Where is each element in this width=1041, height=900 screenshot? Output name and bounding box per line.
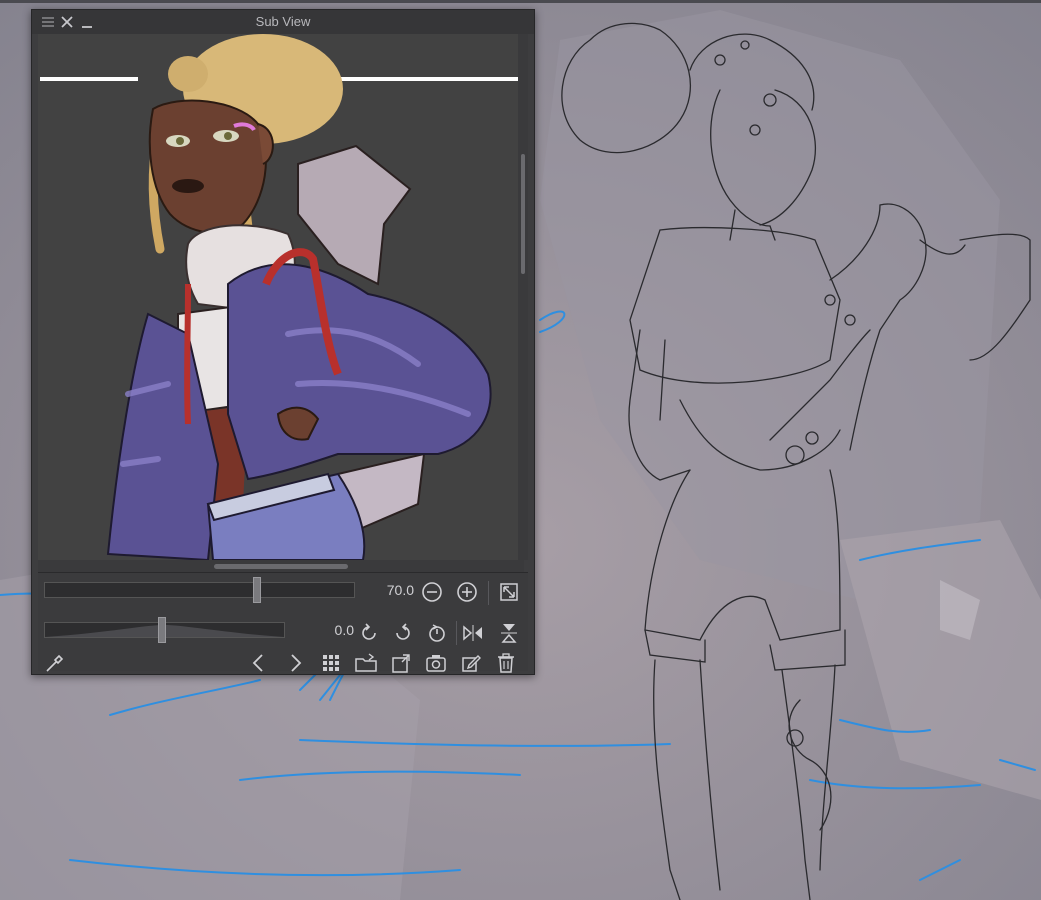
vertical-scroll-thumb[interactable]	[521, 154, 525, 274]
open-image-icon[interactable]	[388, 650, 414, 676]
panel-title: Sub View	[255, 14, 311, 29]
import-image-icon[interactable]	[353, 650, 379, 676]
previous-image-icon[interactable]	[246, 650, 272, 676]
zoom-value: 70.0	[386, 582, 414, 598]
horizontal-scroll-thumb[interactable]	[214, 564, 348, 569]
next-image-icon[interactable]	[282, 650, 308, 676]
rotate-left-icon[interactable]	[356, 620, 382, 646]
fit-to-view-icon[interactable]	[496, 579, 522, 605]
flip-vertical-icon[interactable]	[496, 620, 522, 646]
toolbar-separator	[456, 621, 457, 645]
image-list-icon[interactable]	[318, 650, 344, 676]
vertical-scrollbar[interactable]	[518, 34, 528, 560]
zoom-slider-handle[interactable]	[253, 577, 261, 603]
rotate-right-icon[interactable]	[390, 620, 416, 646]
capture-canvas-icon[interactable]	[423, 650, 449, 676]
rotation-slider[interactable]	[44, 617, 285, 643]
flip-horizontal-icon[interactable]	[460, 620, 486, 646]
edit-image-icon[interactable]	[458, 650, 484, 676]
rotation-value: 0.0	[334, 622, 354, 638]
reference-image-viewport[interactable]	[38, 34, 524, 560]
sub-view-controls: 70.0 0.0	[38, 572, 528, 673]
reference-image	[38, 34, 524, 560]
horizontal-scrollbar[interactable]	[38, 560, 524, 572]
zoom-out-icon[interactable]	[419, 579, 445, 605]
sub-view-panel: Sub View 70.0 0.0	[31, 9, 535, 675]
delete-image-icon[interactable]	[493, 650, 519, 676]
rotation-slider-handle[interactable]	[158, 617, 166, 643]
reset-rotation-icon[interactable]	[424, 620, 450, 646]
toolbar-separator	[488, 581, 489, 605]
top-divider	[0, 0, 1041, 3]
eyedropper-icon[interactable]	[42, 650, 68, 676]
panel-titlebar[interactable]: Sub View	[32, 10, 534, 34]
zoom-slider[interactable]	[44, 577, 355, 603]
zoom-in-icon[interactable]	[454, 579, 480, 605]
